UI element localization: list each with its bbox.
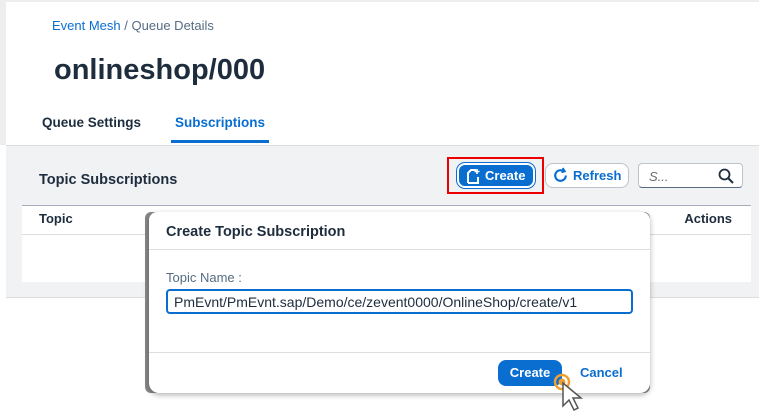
breadcrumb-current: Queue Details bbox=[131, 18, 214, 33]
refresh-button[interactable]: Refresh bbox=[545, 163, 629, 188]
page-title: onlineshop/000 bbox=[54, 54, 266, 86]
active-tab-indicator bbox=[171, 140, 269, 143]
divider bbox=[149, 352, 650, 353]
search-input[interactable]: S... bbox=[638, 163, 743, 188]
dialog-title: Create Topic Subscription bbox=[166, 224, 346, 240]
refresh-label: Refresh bbox=[573, 168, 622, 183]
search-icon[interactable] bbox=[718, 168, 734, 184]
column-actions: Actions bbox=[684, 211, 732, 226]
tab-subscriptions[interactable]: Subscriptions bbox=[175, 115, 265, 130]
topic-name-label: Topic Name : bbox=[166, 270, 242, 285]
column-topic: Topic bbox=[39, 211, 73, 226]
create-label: Create bbox=[485, 168, 526, 183]
mouse-cursor-icon bbox=[553, 373, 584, 412]
breadcrumb-separator: / bbox=[124, 18, 128, 33]
search-placeholder: S... bbox=[649, 169, 669, 184]
breadcrumb: Event Mesh / Queue Details bbox=[52, 18, 214, 33]
divider bbox=[149, 249, 650, 250]
breadcrumb-event-mesh[interactable]: Event Mesh bbox=[52, 18, 121, 33]
create-icon bbox=[467, 168, 480, 184]
create-button[interactable]: Create bbox=[457, 163, 535, 188]
topic-name-input[interactable] bbox=[166, 289, 633, 314]
create-topic-dialog: Create Topic Subscription Topic Name : C… bbox=[149, 212, 650, 393]
section-title: Topic Subscriptions bbox=[39, 172, 178, 188]
refresh-icon bbox=[554, 167, 567, 182]
tab-queue-settings[interactable]: Queue Settings bbox=[42, 115, 141, 130]
